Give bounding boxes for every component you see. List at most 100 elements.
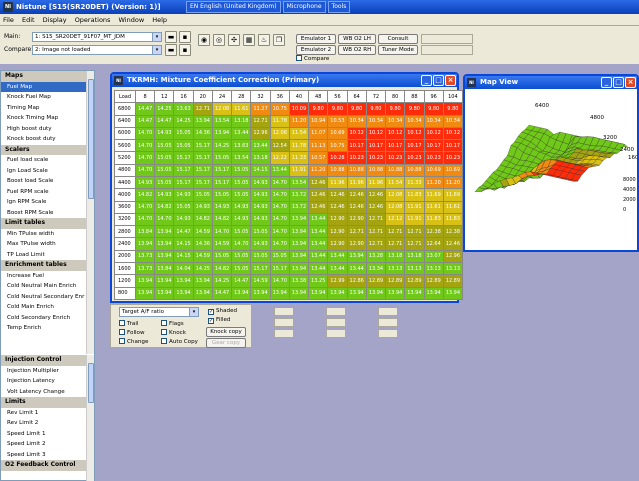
table-cell[interactable]: 13.94 xyxy=(288,286,310,300)
sidebar-item[interactable]: High boost duty xyxy=(1,124,87,135)
table-cell[interactable]: 14.70 xyxy=(269,188,290,202)
table-cell[interactable]: 13.94 xyxy=(134,237,156,251)
table-cell[interactable]: 13.84 xyxy=(154,261,175,276)
table-cell[interactable]: 10.34 xyxy=(365,114,387,128)
table-cell[interactable]: 12.86 xyxy=(346,274,367,288)
table-cell[interactable]: 14.70 xyxy=(134,151,156,165)
table-cell[interactable]: 15.17 xyxy=(173,151,194,165)
table-cell[interactable]: 14.70 xyxy=(269,200,290,214)
table-cell[interactable]: 14.93 xyxy=(250,237,271,251)
sidebar-item[interactable]: Fuel RPM scale xyxy=(1,187,87,198)
map-view-title-bar[interactable]: NI Map View _ □ × xyxy=(465,76,637,89)
table-cell[interactable]: 9.80 xyxy=(308,102,329,116)
table-cell[interactable]: 14.36 xyxy=(192,237,213,251)
table-cell[interactable]: 15.17 xyxy=(192,139,213,153)
scroll-thumb[interactable] xyxy=(88,363,94,403)
sidebar-item[interactable]: Volt Latency Change xyxy=(1,387,87,398)
map-3d-surface[interactable]: 6400 4800 32002400 1600 8000 4000 2000 0 xyxy=(465,89,637,250)
sidebar-item[interactable]: Speed Limit 1 xyxy=(1,429,87,440)
table-cell[interactable]: 14.47 xyxy=(134,102,156,116)
table-cell[interactable]: 15.05 xyxy=(269,249,290,263)
table-cell[interactable]: 15.05 xyxy=(211,249,233,263)
table-cell[interactable]: 11.61 xyxy=(442,200,464,214)
sidebar-group-header[interactable]: Limit tables xyxy=(1,218,87,229)
table-cell[interactable]: 13.63 xyxy=(231,139,252,153)
sidebar-item[interactable]: Boost load Scale xyxy=(1,176,87,187)
table-cell[interactable]: 11.83 xyxy=(404,188,425,202)
chip-icon[interactable]: ✣ xyxy=(228,34,240,46)
follow-checkbox[interactable]: Follow xyxy=(119,329,145,337)
table-cell[interactable]: 10.34 xyxy=(423,114,444,128)
table-cell[interactable]: 15.05 xyxy=(173,126,194,141)
sidebar-item[interactable]: Knock Fuel Map xyxy=(1,92,87,103)
maximize-icon[interactable]: □ xyxy=(433,75,444,86)
change-checkbox[interactable]: Change xyxy=(119,338,148,346)
table-cell[interactable]: 13.13 xyxy=(385,261,406,276)
table-cell[interactable]: 13.18 xyxy=(404,249,425,263)
table-cell[interactable]: 11.54 xyxy=(385,175,406,190)
sidebar-item[interactable]: Cold Secondary Enrich xyxy=(1,313,87,324)
table-cell[interactable]: 11.27 xyxy=(250,102,271,116)
chevron-down-icon[interactable]: ▾ xyxy=(152,46,161,54)
table-cell[interactable]: 12.89 xyxy=(404,274,425,288)
table-cell[interactable]: 14.70 xyxy=(269,237,290,251)
table-cell[interactable]: 13.94 xyxy=(269,286,290,300)
sidebar-item[interactable]: Boost RPM Scale xyxy=(1,208,87,219)
tuner-mode-button[interactable]: Tuner Mode xyxy=(378,45,418,55)
table-cell[interactable]: 14.93 xyxy=(154,126,175,141)
table-cell[interactable]: 12.46 xyxy=(308,200,329,214)
table-cell[interactable]: 13.44 xyxy=(308,237,329,251)
table-cell[interactable]: 14.93 xyxy=(192,200,213,214)
table-cell[interactable]: 9.80 xyxy=(385,102,406,116)
table-cell[interactable]: 10.88 xyxy=(346,163,367,177)
sidebar-item[interactable]: Speed Limit 2 xyxy=(1,439,87,450)
table-cell[interactable]: 10.12 xyxy=(365,126,387,141)
sidebar-scrollbar-top[interactable] xyxy=(86,71,94,354)
chevron-down-icon[interactable]: ▾ xyxy=(189,308,198,316)
table-cell[interactable]: 13.94 xyxy=(288,237,310,251)
sidebar-item[interactable]: Injection Multiplier xyxy=(1,366,87,377)
table-cell[interactable]: 13.94 xyxy=(288,249,310,263)
table-cell[interactable]: 10.23 xyxy=(442,151,464,165)
table-cell[interactable]: 14.82 xyxy=(134,188,156,202)
connect-icon[interactable]: ◉ xyxy=(198,34,210,46)
chevron-down-icon[interactable]: ▾ xyxy=(152,33,161,41)
table-cell[interactable]: 10.12 xyxy=(404,126,425,141)
table-cell[interactable]: 13.94 xyxy=(308,286,329,300)
sidebar-item[interactable]: Cold Neutral Main Enrich xyxy=(1,281,87,292)
table-cell[interactable]: 15.05 xyxy=(231,188,252,202)
sidebar-item[interactable]: Fuel load scale xyxy=(1,155,87,166)
table-cell[interactable]: 14.82 xyxy=(192,212,213,227)
table-cell[interactable]: 13.44 xyxy=(308,249,329,263)
table-cell[interactable]: 14.70 xyxy=(269,274,290,288)
table-cell[interactable]: 11.33 xyxy=(404,175,425,190)
tools-button[interactable]: Tools xyxy=(327,1,351,13)
table-cell[interactable]: 11.69 xyxy=(442,188,464,202)
minimize-icon[interactable]: _ xyxy=(421,75,432,86)
table-cell[interactable]: 13.13 xyxy=(404,261,425,276)
table-cell[interactable]: 13.94 xyxy=(192,114,213,128)
table-cell[interactable]: 14.70 xyxy=(269,225,290,239)
sidebar-item[interactable]: Injection Latency xyxy=(1,376,87,387)
table-cell[interactable]: 14.70 xyxy=(231,237,252,251)
table-cell[interactable]: 13.25 xyxy=(308,274,329,288)
compare-image-select[interactable]: 2: Image not loaded ▾ xyxy=(32,45,162,55)
table-cell[interactable]: 10.28 xyxy=(327,151,348,165)
table-cell[interactable]: 13.94 xyxy=(154,249,175,263)
table-cell[interactable]: 14.93 xyxy=(134,175,156,190)
table-cell[interactable]: 12.38 xyxy=(423,225,444,239)
table-cell[interactable]: 12.71 xyxy=(404,237,425,251)
table-cell[interactable]: 10.53 xyxy=(327,114,348,128)
menu-file[interactable]: File xyxy=(0,14,17,26)
auto-copy-checkbox[interactable]: Auto Copy xyxy=(161,338,198,346)
table-cell[interactable]: 9.80 xyxy=(442,102,464,116)
table-cell[interactable]: 13.94 xyxy=(154,286,175,300)
table-cell[interactable]: 13.44 xyxy=(269,163,290,177)
table-cell[interactable]: 11.78 xyxy=(269,114,290,128)
table-cell[interactable]: 10.23 xyxy=(385,151,406,165)
microphone-button[interactable]: Microphone xyxy=(282,1,326,13)
table-cell[interactable]: 11.91 xyxy=(288,163,310,177)
emulator1-button[interactable]: Emulator 1 xyxy=(296,34,336,44)
sidebar-item[interactable]: Knock Timing Map xyxy=(1,113,87,124)
flags-checkbox[interactable]: Flags xyxy=(161,320,184,328)
